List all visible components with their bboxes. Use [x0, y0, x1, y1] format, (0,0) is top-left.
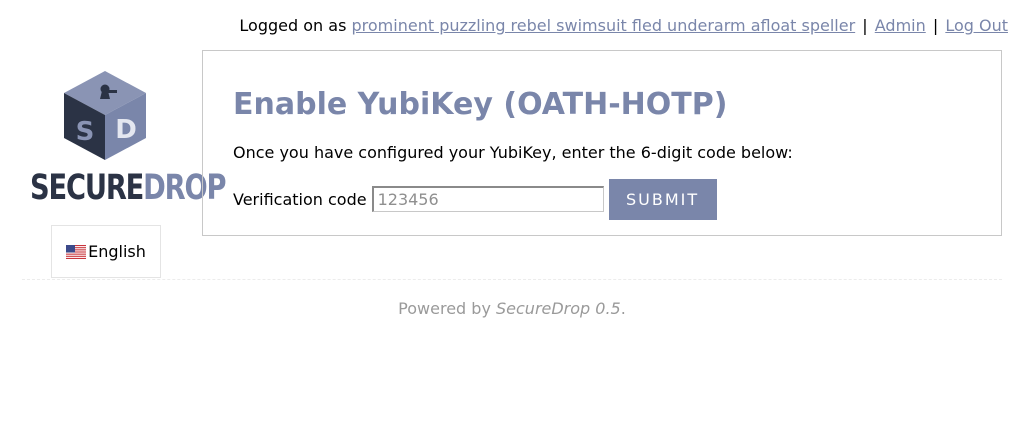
us-flag-icon: [66, 244, 87, 259]
cube-logo-icon: S D: [64, 71, 146, 160]
separator: |: [862, 16, 868, 35]
login-bar: Logged on as prominent puzzling rebel sw…: [239, 16, 1008, 36]
cube-letter-right: D: [115, 115, 137, 145]
submit-button[interactable]: SUBMIT: [608, 178, 717, 220]
logo-wordmark: SECUREDROP: [30, 166, 227, 210]
footer-prefix: Powered by: [398, 299, 491, 318]
page-title: Enable YubiKey (OATH-HOTP): [233, 87, 728, 122]
divider: [22, 279, 1002, 280]
footer-suffix: .: [620, 299, 626, 318]
verification-code-input[interactable]: [371, 186, 604, 212]
wordmark-secure: SECURE: [30, 168, 144, 208]
verification-form: Verification code SUBMIT: [233, 178, 717, 220]
logout-link[interactable]: Log Out: [945, 16, 1008, 35]
page: Logged on as prominent puzzling rebel sw…: [0, 0, 1024, 429]
instructions-text: Once you have configured your YubiKey, e…: [233, 143, 793, 162]
language-label: English: [88, 242, 146, 261]
logged-on-prefix: Logged on as: [239, 16, 347, 35]
footer: Powered by SecureDrop 0.5.: [0, 299, 1024, 319]
username-link[interactable]: prominent puzzling rebel swimsuit fled u…: [352, 16, 856, 35]
admin-link[interactable]: Admin: [875, 16, 926, 35]
cube-letter-left: S: [76, 117, 95, 147]
yubikey-panel: Enable YubiKey (OATH-HOTP) Once you have…: [202, 50, 1002, 236]
verification-code-label: Verification code: [233, 189, 367, 209]
footer-product: SecureDrop 0.5: [496, 299, 621, 318]
separator: |: [932, 16, 939, 35]
language-selector[interactable]: English: [51, 225, 161, 278]
